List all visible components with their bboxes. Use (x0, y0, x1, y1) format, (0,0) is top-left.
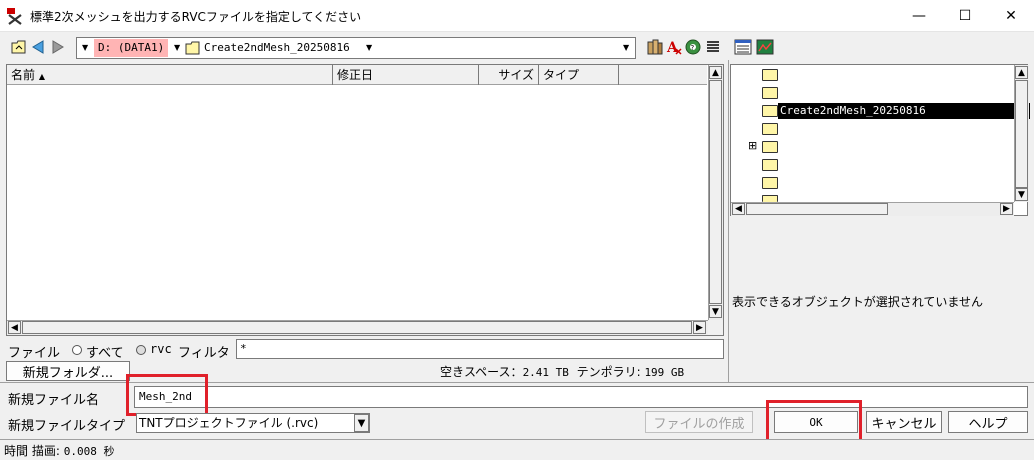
close-button[interactable]: ✕ (988, 0, 1034, 32)
preview-status-message: 表示できるオブジェクトが選択されていません (732, 295, 984, 309)
tree-folder-icon[interactable] (762, 177, 778, 189)
resize-grip[interactable] (708, 320, 723, 335)
forward-arrow-icon[interactable] (49, 38, 67, 56)
help-button[interactable]: ヘルプ (948, 411, 1028, 433)
app-icon (6, 7, 24, 25)
column-type-header[interactable]: タイプ (539, 65, 619, 85)
new-file-name-input[interactable]: Mesh_2nd (134, 386, 1028, 408)
draw-time-value: 0.008 秒 (63, 445, 115, 458)
scroll-left-icon[interactable]: ◀ (8, 321, 21, 334)
folder-path-segment[interactable]: Create2ndMesh_20250816 (204, 39, 350, 57)
filter-pattern-input[interactable]: * (236, 339, 724, 359)
folder-dropdown-icon[interactable]: ▼ (366, 39, 372, 57)
tree-scroll-right-icon[interactable]: ▶ (1000, 203, 1013, 215)
tree-scroll-up-icon[interactable]: ▲ (1015, 66, 1028, 79)
folder-icon (185, 41, 201, 58)
file-type-select[interactable]: TNTプロジェクトファイル (.rvc) (136, 413, 370, 433)
tree-expand-icon[interactable]: ⊞ (748, 139, 757, 152)
temp-space-value: 199 GB (644, 366, 685, 379)
rvc-filter-label[interactable]: rvc (150, 342, 172, 356)
tree-scroll-down-icon[interactable]: ▼ (1015, 188, 1028, 201)
globe-icon[interactable]: ? (684, 38, 702, 56)
column-name-label: 名前 (11, 68, 36, 82)
tree-scroll-left-icon[interactable]: ◀ (732, 203, 745, 215)
all-files-radio[interactable] (72, 345, 82, 355)
tree-folder-icon[interactable] (762, 69, 778, 81)
preview-icon[interactable] (756, 38, 774, 56)
free-space-value: 2.41 TB (522, 366, 569, 379)
tree-folder-icon[interactable] (762, 195, 778, 202)
tree-folder-icon[interactable] (762, 87, 778, 99)
bookmarks-icon[interactable] (646, 38, 664, 56)
back-arrow-icon[interactable] (29, 38, 47, 56)
all-files-label[interactable]: すべて (86, 342, 124, 361)
scroll-right-icon[interactable]: ▶ (693, 321, 706, 334)
highlight-box-ok (766, 400, 862, 442)
filter-label: フィルタ (178, 346, 230, 361)
file-filter-label: ファイル (8, 346, 61, 361)
free-space-label: 空きスペース： (440, 365, 523, 379)
tree-horizontal-thumb[interactable] (746, 203, 888, 215)
tree-folder-icon[interactable] (762, 159, 778, 171)
window-title: 標準2次メッシュを出力するRVCファイルを指定してください (30, 10, 362, 24)
column-size-header[interactable]: サイズ (479, 65, 539, 85)
file-list[interactable] (6, 64, 724, 336)
pane-divider[interactable] (728, 60, 729, 382)
drive-selector[interactable]: D: (DATA1) (94, 39, 169, 57)
render-time-status: 時間 描画: 0.008 秒 (4, 442, 114, 459)
scroll-down-icon[interactable]: ▼ (709, 305, 722, 318)
tree-item-selected[interactable]: Create2ndMesh_20250816 (778, 103, 1030, 119)
time-label: 時間 (4, 444, 29, 458)
details-view-icon[interactable] (734, 38, 752, 56)
tree-folder-icon[interactable] (762, 123, 778, 135)
up-folder-icon[interactable] (10, 38, 28, 56)
sort-ascending-icon: ▲ (38, 72, 45, 81)
temp-space-label: テンポラリ: (576, 365, 641, 379)
disk-space-info: 空きスペース：2.41 TB テンポラリ: 199 GB (440, 363, 684, 381)
tree-folder-icon[interactable] (762, 141, 778, 153)
cancel-button[interactable]: キャンセル (866, 411, 942, 433)
font-icon[interactable]: A (665, 38, 683, 56)
file-type-dropdown-icon[interactable]: ▼ (354, 414, 369, 432)
drive-dropdown-icon[interactable]: ▼ (174, 39, 180, 57)
path-combobox-arrow-icon[interactable]: ▼ (623, 39, 629, 57)
tree-folder-icon[interactable] (762, 105, 778, 117)
file-list-vertical-thumb[interactable] (709, 80, 722, 304)
column-name-header[interactable]: 名前 ▲ (7, 65, 333, 85)
new-file-name-label: 新規ファイル名 (8, 393, 100, 408)
rvc-filter-radio[interactable] (136, 345, 146, 355)
new-folder-button[interactable]: 新規フォルダ... (6, 361, 130, 381)
svg-text:?: ? (691, 44, 695, 52)
file-type-label: 新規ファイルタイプ (8, 419, 126, 434)
list-view-icon[interactable] (704, 38, 722, 56)
tree-vertical-thumb[interactable] (1015, 80, 1028, 188)
maximize-button[interactable]: ☐ (942, 0, 988, 32)
file-list-horizontal-thumb[interactable] (22, 321, 692, 334)
draw-label: 描画: (31, 444, 60, 458)
minimize-button[interactable]: — (896, 0, 942, 32)
highlight-box-filename (126, 374, 208, 416)
path-history-arrow-icon[interactable]: ▼ (82, 39, 88, 57)
create-file-button[interactable]: ファイルの作成 (645, 411, 753, 433)
scroll-up-icon[interactable]: ▲ (709, 66, 722, 79)
column-modified-header[interactable]: 修正日 (333, 65, 479, 85)
status-bar (0, 439, 1034, 460)
